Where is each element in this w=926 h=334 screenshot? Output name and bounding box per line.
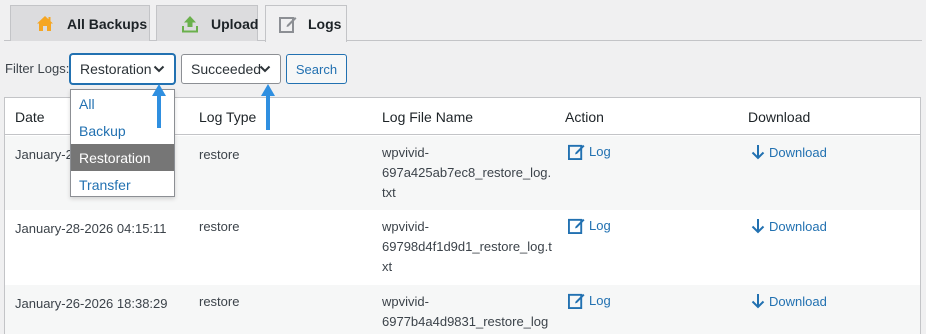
log-type-select-value: Restoration — [80, 61, 152, 77]
download-link[interactable]: Download — [751, 218, 827, 234]
filter-logs-label: Filter Logs: — [5, 61, 70, 76]
download-link[interactable]: Download — [751, 144, 827, 160]
column-header-log-file-name: Log File Name — [382, 109, 474, 125]
view-log-link[interactable]: Log — [568, 292, 611, 309]
row-log-file-name: wpvivid-69798d4f1d9d1_restore_log.txt — [382, 219, 552, 274]
row-log-file-name: wpvivid-6977b4a4d9831_restore_log — [382, 294, 549, 329]
download-label: Download — [769, 218, 827, 234]
row-log-type: restore — [199, 219, 240, 234]
edit-icon — [568, 218, 585, 234]
log-type-select[interactable]: Restoration — [70, 54, 175, 84]
tab-logs[interactable]: Logs — [265, 5, 347, 42]
tab-upload[interactable]: Upload — [156, 5, 258, 41]
annotation-arrow-icon — [261, 84, 275, 130]
view-log-label: Log — [589, 293, 611, 308]
edit-icon — [568, 293, 585, 309]
dropdown-option-restoration[interactable]: Restoration — [71, 144, 174, 171]
download-link[interactable]: Download — [751, 293, 827, 309]
tab-upload-label: Upload — [211, 15, 259, 32]
column-header-download: Download — [748, 109, 811, 125]
table-row: January-28-2026 04:15:11 restore wpvivid… — [5, 210, 920, 285]
column-header-log-type: Log Type — [199, 109, 257, 125]
row-date: January-26-2026 18:38:29 — [15, 296, 168, 311]
search-button[interactable]: Search — [286, 54, 347, 84]
annotation-arrow-icon — [152, 84, 166, 128]
row-date: January-2 — [15, 147, 73, 162]
chevron-down-icon — [259, 65, 271, 73]
chevron-down-icon — [153, 65, 165, 73]
view-log-label: Log — [589, 218, 611, 233]
download-label: Download — [769, 293, 827, 309]
column-header-action: Action — [565, 109, 604, 125]
log-status-select[interactable]: Succeeded — [181, 54, 281, 84]
log-status-select-value: Succeeded — [191, 61, 262, 77]
upload-icon — [181, 14, 199, 34]
download-label: Download — [769, 144, 827, 160]
tab-all-backups-label: All Backups — [67, 15, 148, 32]
dropdown-option-transfer[interactable]: Transfer — [71, 171, 174, 198]
tab-logs-label: Logs — [308, 16, 342, 32]
home-icon — [35, 14, 55, 34]
view-log-link[interactable]: Log — [568, 217, 611, 234]
arrow-down-icon — [751, 294, 765, 309]
table-row: January-26-2026 18:38:29 restore wpvivid… — [5, 285, 920, 334]
arrow-down-icon — [751, 145, 765, 160]
tab-all-backups[interactable]: All Backups — [10, 5, 150, 41]
row-log-file-name: wpvivid-697a425ab7ec8_restore_log.txt — [382, 145, 552, 200]
row-date: January-28-2026 04:15:11 — [15, 221, 167, 236]
tab-bar: All Backups Upload Logs — [0, 0, 926, 42]
arrow-down-icon — [751, 219, 765, 234]
view-log-label: Log — [589, 144, 611, 159]
view-log-link[interactable]: Log — [568, 143, 611, 160]
edit-icon — [568, 144, 585, 160]
column-header-date: Date — [15, 109, 45, 125]
row-log-type: restore — [199, 294, 240, 309]
edit-icon — [278, 14, 298, 34]
row-log-type: restore — [199, 147, 240, 162]
